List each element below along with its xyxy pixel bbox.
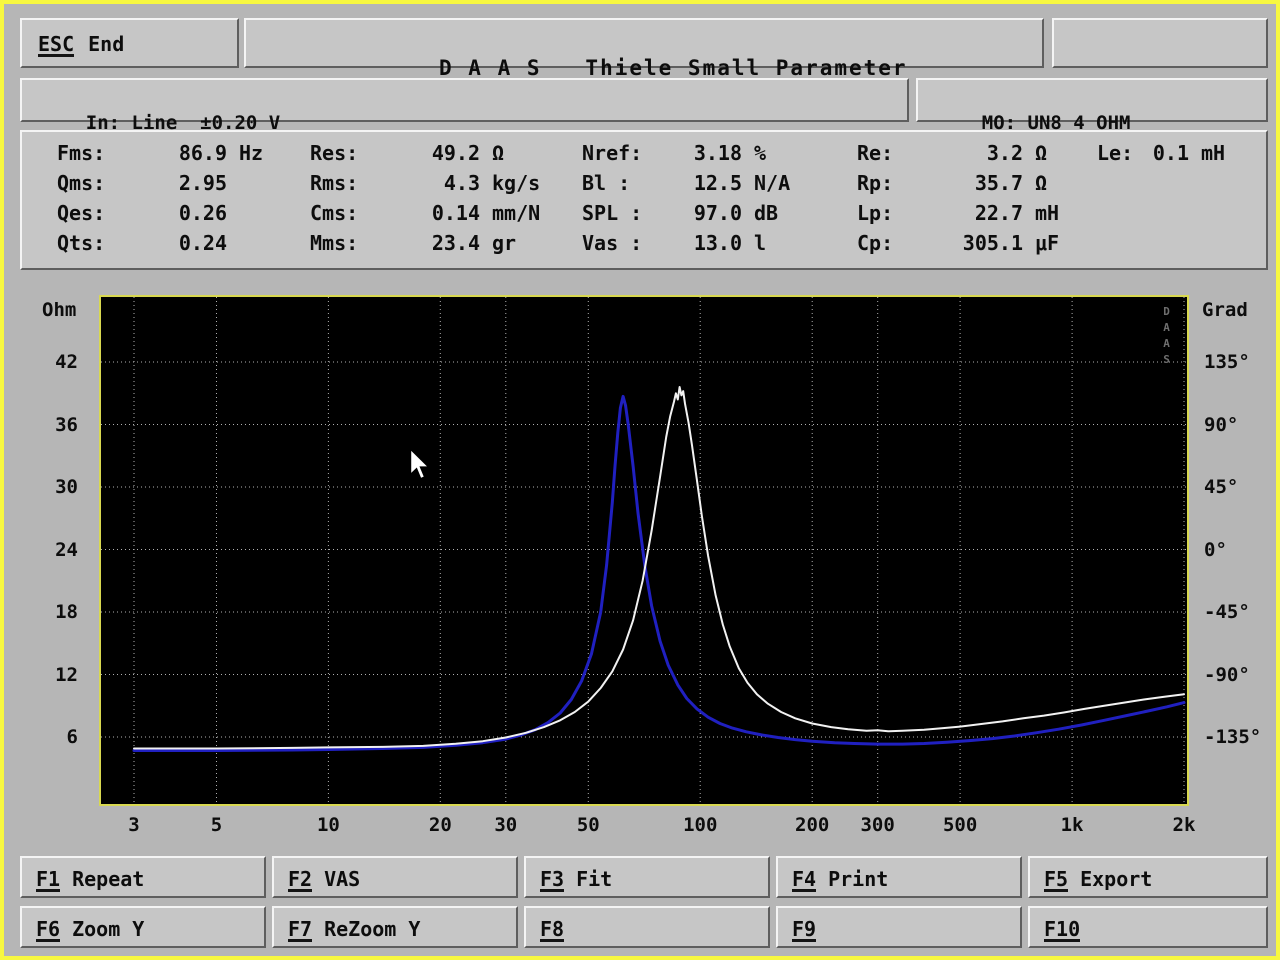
f5-button-label: Export [1080,867,1153,891]
f4-button-label: Print [828,867,889,891]
x-axis-ticks: 3 5 10 20 30 50 100 200 300 500 1k 2k [101,810,1195,838]
f10-button[interactable]: F10 [1028,906,1268,948]
y-left-tick-24: 24 [55,538,78,561]
model-select-button[interactable]: MO: UN8 4 OHM [916,78,1268,136]
f9-key-label: F9 [792,917,817,942]
f2-key-label: F2 [288,867,313,892]
window-title-bar: D A A S Thiele Small Parameter [244,18,1044,80]
x-tick-3: 3 [128,814,140,836]
f3-button-label: Fit [576,867,613,891]
param-re: Re: 3.2 Ω [857,141,1048,165]
y-left-tick-30: 30 [55,476,78,498]
param-vas: Vas :13.0 l [582,231,767,255]
x-tick-300: 300 [860,814,895,836]
f7-key-label: F7 [288,917,313,942]
param-spl: SPL :97.0 dB [582,201,779,225]
y-right-tick-90: 90° [1204,413,1239,436]
daas-watermark: DAAS [1160,305,1173,369]
x-tick-500: 500 [942,814,978,836]
daas-screen: ESC End D A A S Thiele Small Parameter In… [0,0,1280,960]
param-qts: Qts: 0.24 [57,231,227,255]
y-axis-left-ticks: 42 36 30 24 18 12 6 [4,295,82,806]
y-right-tick-45: 45° [1204,476,1239,498]
thiele-small-parameter-panel: Fms: 86.9 Hz Res: 49.2 Ω Nref: 3.18% Re: 3.2 Ω Le: 0… [20,130,1268,270]
f9-button[interactable]: F9 [776,906,1022,948]
y-right-tick--135: -135° [1204,726,1262,748]
y-axis-right-ticks: 135° 90° 45° 0° -45° -90° -135° [1196,295,1276,806]
param-qes: Qes: 0.26 [57,201,227,225]
param-le: Le: 0.1 mH [1097,141,1226,165]
f1-key-label: F1 [36,867,61,892]
chart-canvas [101,297,1187,804]
param-lp: Lp: 22.7 mH [857,201,1060,225]
f1-button[interactable]: F1 Repeat [20,856,266,898]
page-title: D A A S Thiele Small Parameter [439,56,908,80]
x-tick-50: 50 [576,814,600,836]
x-tick-5: 5 [210,814,223,836]
y-right-tick--90: -90° [1204,663,1250,686]
f1-button-label: Repeat [72,867,145,891]
param-fms: Fms: 86.9 Hz [57,141,264,165]
f3-button[interactable]: F3 Fit [524,856,770,898]
f6-button-label: Zoom Y [72,917,145,941]
impedance-added-mass-curve [132,394,1186,752]
x-tick-2k: 2k [1172,814,1196,836]
y-left-tick-36: 36 [55,413,78,436]
param-qms: Qms: 2.95 [57,171,227,195]
y-left-tick-42: 42 [55,351,78,373]
esc-end-label: End [88,32,125,56]
f7-button-label: ReZoom Y [324,917,421,941]
f2-button-label: VAS [324,867,361,891]
f5-key-label: F5 [1044,867,1069,892]
f6-key-label: F6 [36,917,61,942]
parameter-grid: Fms: 86.9 Hz Res: 49.2 Ω Nref: 3.18% Re: 3.2 Ω Le: 0… [57,141,1266,261]
y-right-tick-0: 0° [1204,538,1227,561]
f3-key-label: F3 [540,867,565,892]
param-rp: Rp: 35.7 Ω [857,171,1048,195]
x-tick-1k: 1k [1060,814,1084,836]
f5-button[interactable]: F5 Export [1028,856,1268,898]
param-cp: Cp: 305.1 μF [857,231,1060,255]
y-left-tick-18: 18 [55,601,78,623]
y-right-tick-135: 135° [1204,351,1250,373]
f8-key-label: F8 [540,917,565,942]
f4-button[interactable]: F4 Print [776,856,1022,898]
input-status-panel: In: Line ±0.20 V [20,78,909,134]
param-rms: Rms: 4.3 kg/s [310,171,541,195]
x-tick-200: 200 [795,814,830,836]
top-right-panel [1052,18,1268,68]
f6-button[interactable]: F6 Zoom Y [20,906,266,948]
x-tick-30: 30 [494,814,518,836]
param-res: Res: 49.2 Ω [310,141,505,165]
param-nref: Nref: 3.18% [582,141,767,165]
x-tick-100: 100 [683,814,718,836]
param-bl: Bl :12.5 N/A [582,171,791,195]
f4-key-label: F4 [792,867,817,892]
x-tick-10: 10 [316,814,340,836]
f10-key-label: F10 [1044,917,1081,942]
f7-button[interactable]: F7 ReZoom Y [272,906,518,948]
esc-end-button[interactable]: ESC End [20,18,239,68]
y-left-tick-12: 12 [55,663,78,686]
param-cms: Cms: 0.14 mm/N [310,201,541,225]
esc-key-label: ESC [38,32,75,57]
impedance-chart: DAAS [99,295,1189,806]
x-tick-20: 20 [428,814,452,836]
y-left-tick-6: 6 [66,726,78,748]
y-right-tick--45: -45° [1204,601,1250,623]
impedance-free-air-curve [133,386,1185,750]
f8-button[interactable]: F8 [524,906,770,948]
param-mms: Mms: 23.4 gr [310,231,517,255]
f2-button[interactable]: F2 VAS [272,856,518,898]
